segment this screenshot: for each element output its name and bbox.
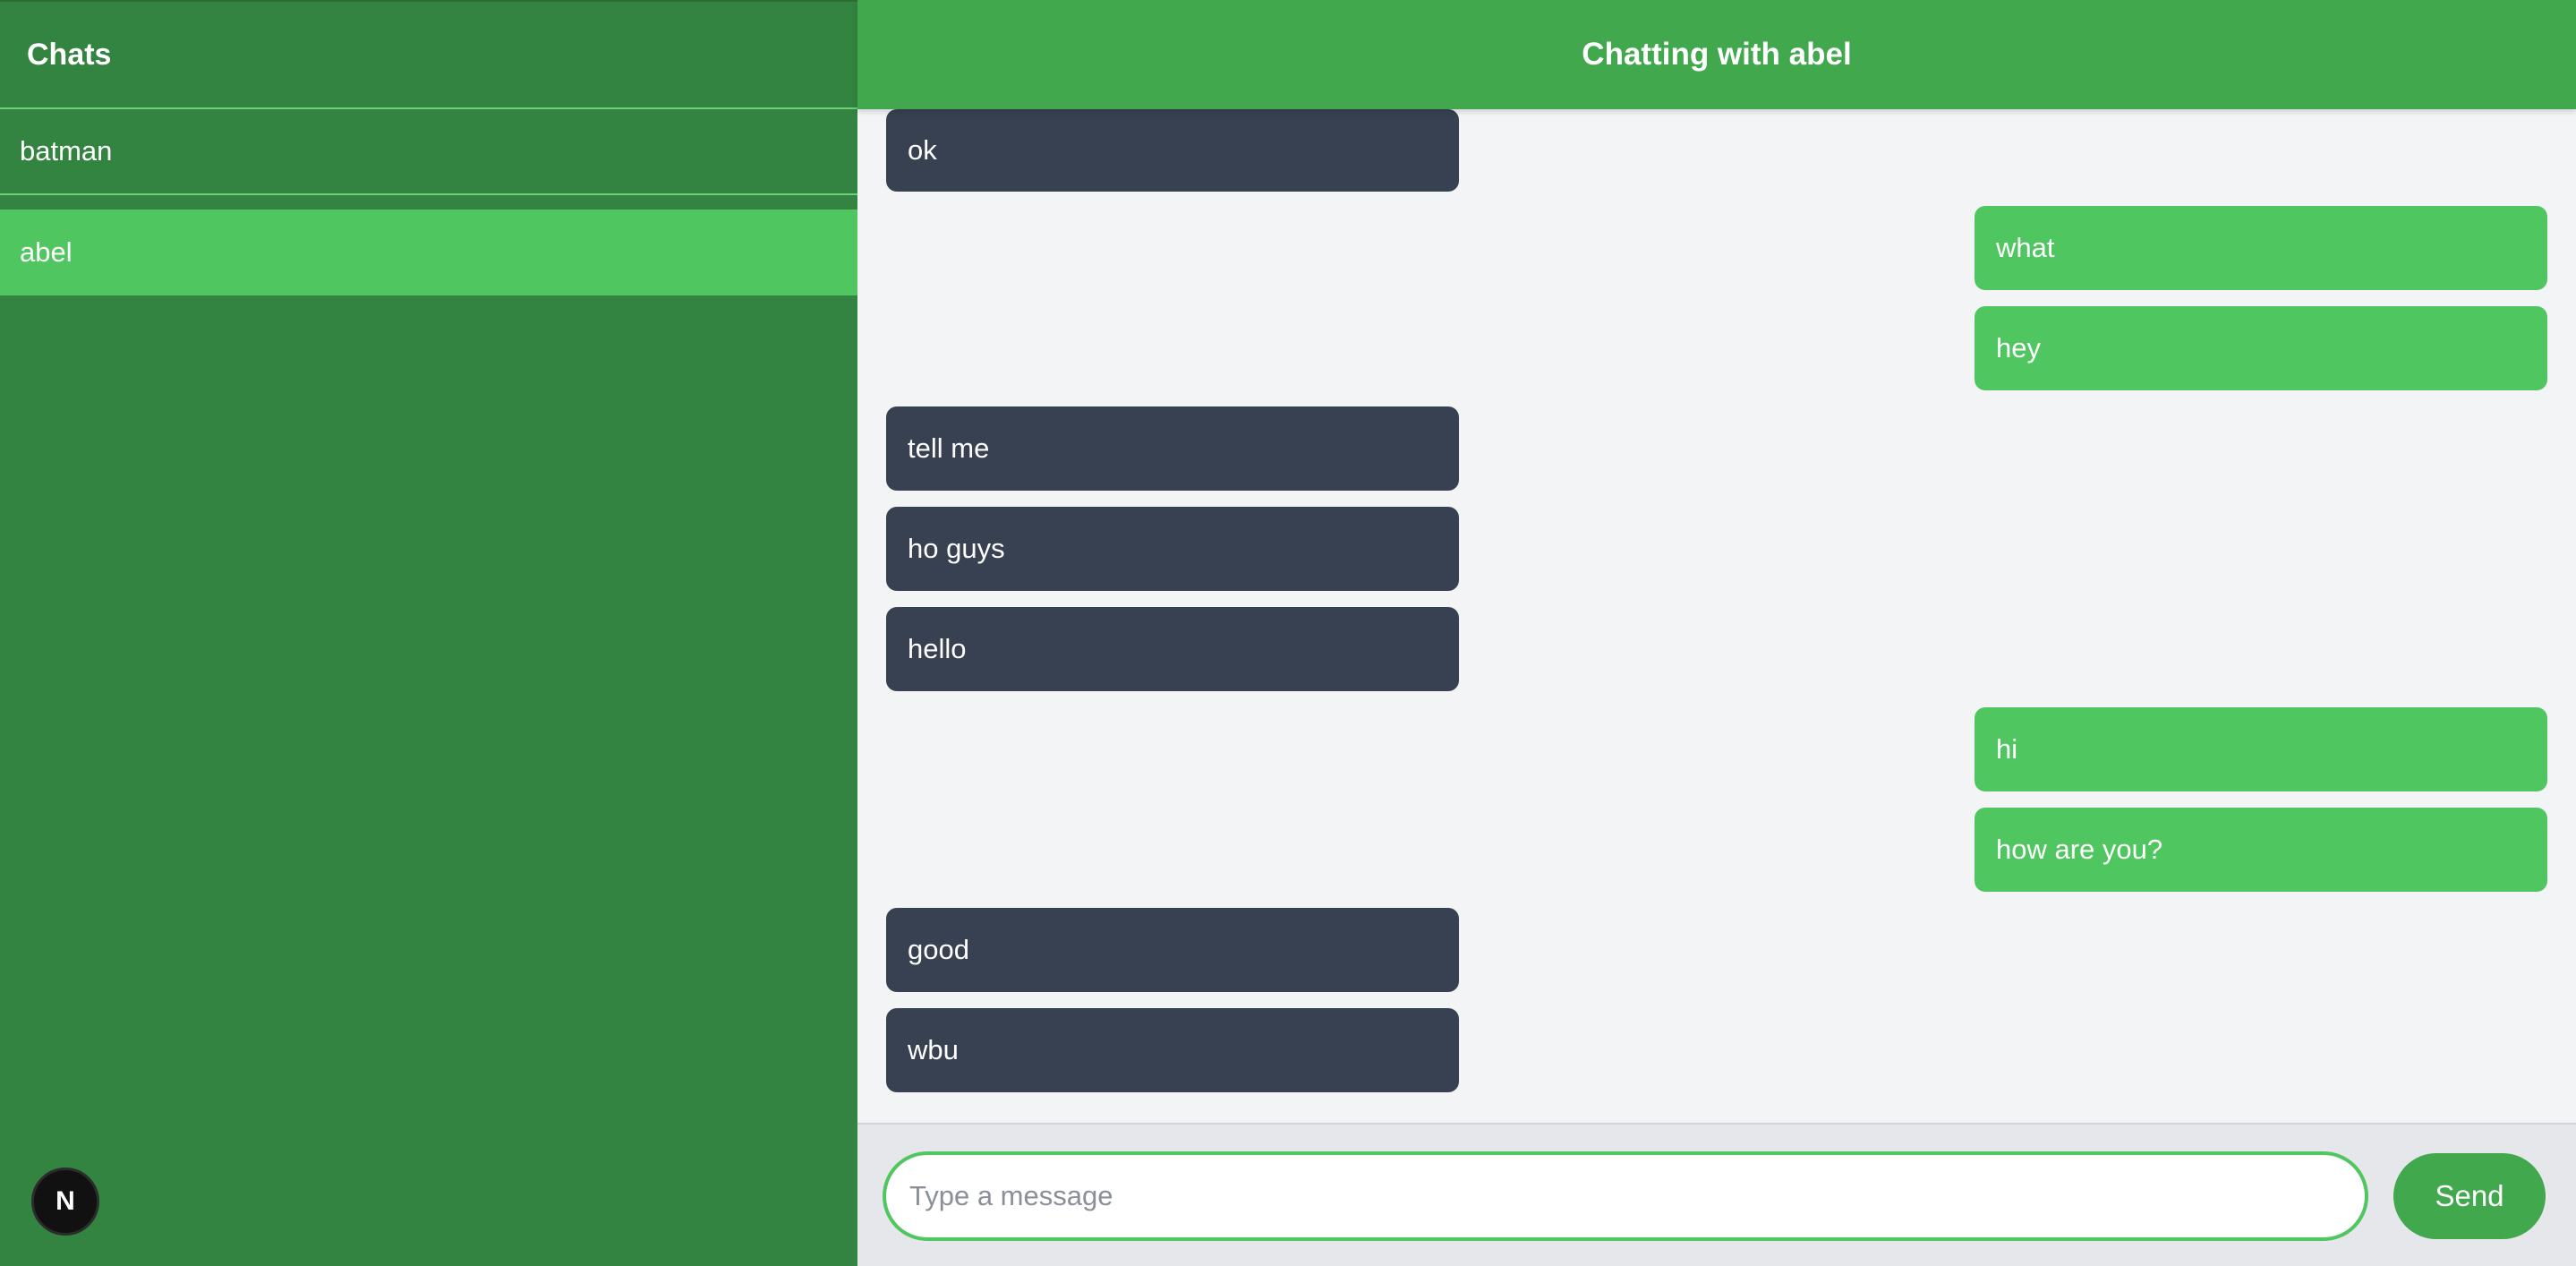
message-text: how are you? xyxy=(1996,834,2163,865)
chat-header: Chatting with abel xyxy=(857,0,2576,109)
message-sent: what xyxy=(1975,206,2547,290)
message-text: ok xyxy=(908,134,937,166)
message-text: wbu xyxy=(908,1034,959,1065)
message-received: ho guys xyxy=(886,507,1459,591)
message-text: good xyxy=(908,934,969,965)
message-text: tell me xyxy=(908,432,990,464)
message-text: hello xyxy=(908,633,967,664)
message-sent: hey xyxy=(1975,306,2547,390)
message-composer: Send xyxy=(857,1123,2576,1266)
sidebar-title: Chats xyxy=(27,37,112,72)
chat-item-abel[interactable]: abel xyxy=(0,210,857,295)
message-received: tell me xyxy=(886,406,1459,491)
framework-badge-icon[interactable]: N xyxy=(31,1168,99,1236)
message-received: hello xyxy=(886,607,1459,691)
message-sent: how are you? xyxy=(1975,808,2547,892)
chat-sidebar: Chats batman abel N xyxy=(0,0,857,1266)
sidebar-header: Chats xyxy=(0,2,857,109)
chat-item-label: abel xyxy=(20,236,73,268)
message-received: wbu xyxy=(886,1008,1459,1092)
message-sent: hi xyxy=(1975,707,2547,791)
message-list[interactable]: ok what hey tell me ho guys hello hi how… xyxy=(857,109,2576,1123)
message-received: ok xyxy=(886,109,1459,192)
chat-app: Chats batman abel N Chatting with abel o… xyxy=(0,0,2576,1266)
chat-main: Chatting with abel ok what hey tell me h… xyxy=(857,0,2576,1266)
message-text: hey xyxy=(1996,332,2041,364)
chat-title: Chatting with abel xyxy=(1582,37,1852,72)
badge-letter: N xyxy=(55,1186,75,1216)
message-received: good xyxy=(886,908,1459,992)
message-text: what xyxy=(1996,232,2055,263)
chat-item-label: batman xyxy=(20,135,113,167)
chat-item-batman[interactable]: batman xyxy=(0,109,857,195)
message-text: hi xyxy=(1996,733,2018,765)
message-input[interactable] xyxy=(883,1151,2368,1241)
send-button[interactable]: Send xyxy=(2393,1153,2546,1239)
message-text: ho guys xyxy=(908,533,1005,564)
